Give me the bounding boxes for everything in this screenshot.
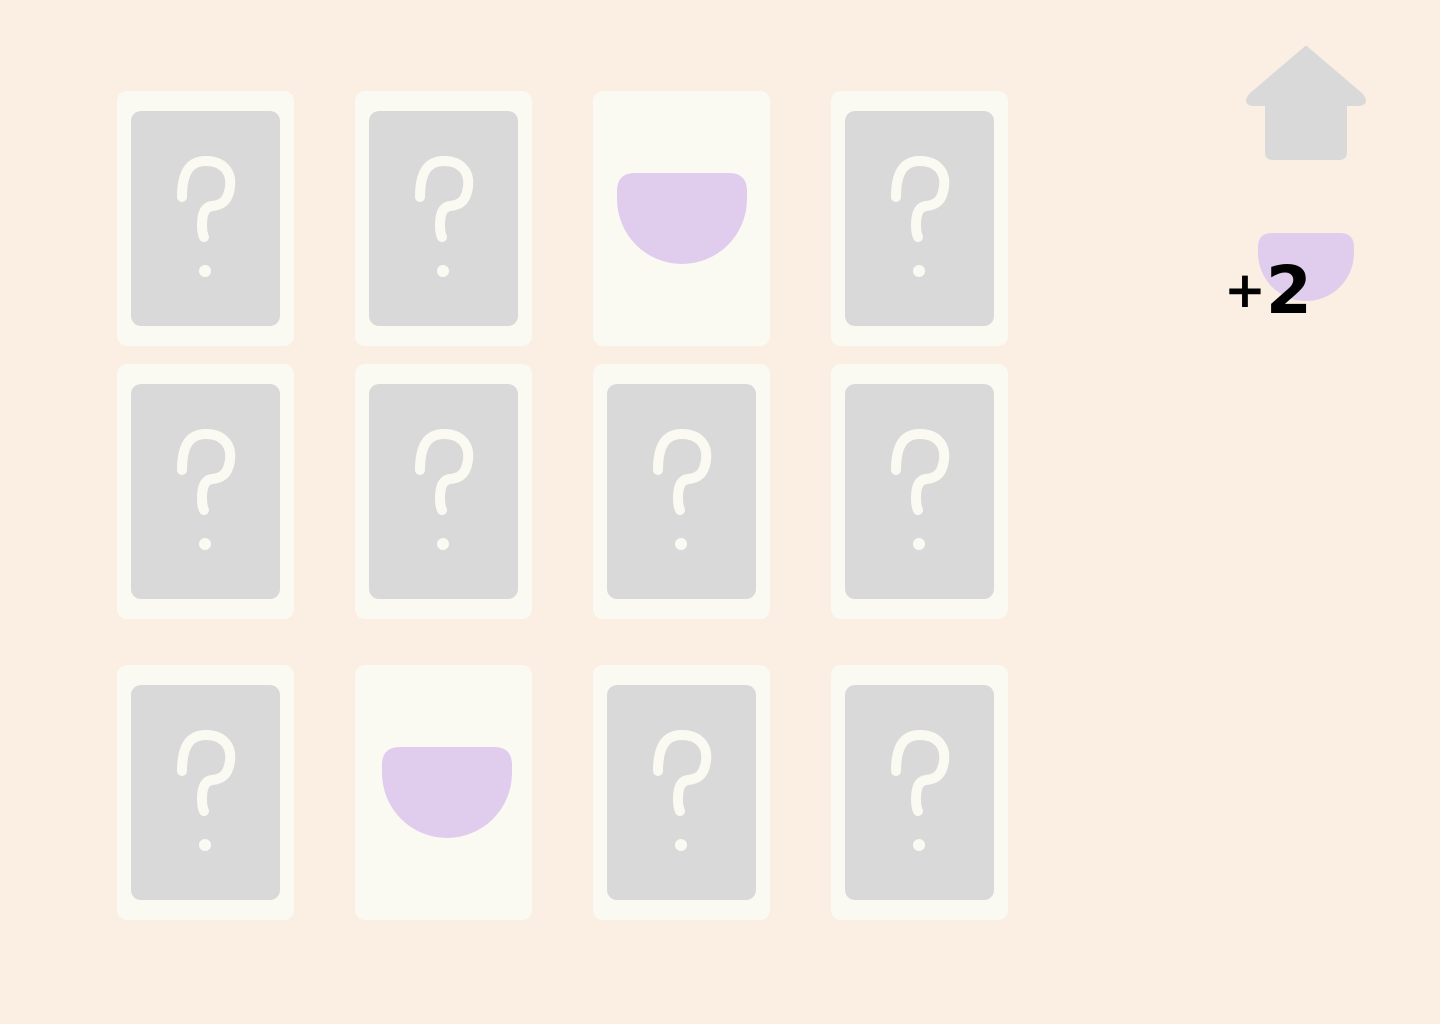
card-r1-c4[interactable] (831, 91, 1008, 346)
card-r3-c4[interactable] (831, 665, 1008, 920)
home-button[interactable] (1242, 44, 1370, 162)
question-mark-icon (652, 428, 711, 550)
question-mark-icon (176, 729, 235, 851)
card-r3-c1[interactable] (117, 665, 294, 920)
card-face (355, 665, 532, 920)
question-mark-icon (414, 155, 473, 277)
card-back (845, 111, 994, 326)
question-mark-icon (890, 428, 949, 550)
question-mark-icon (414, 428, 473, 550)
card-back (131, 111, 280, 326)
card-back (845, 384, 994, 599)
card-back (369, 111, 518, 326)
card-r1-c2[interactable] (355, 91, 532, 346)
card-r2-c4[interactable] (831, 364, 1008, 619)
card-r1-c3[interactable] (593, 91, 770, 346)
card-back (369, 384, 518, 599)
question-mark-icon (176, 155, 235, 277)
home-icon (1246, 46, 1366, 160)
card-face (593, 91, 770, 346)
card-r3-c2[interactable] (355, 665, 532, 920)
card-back (131, 685, 280, 900)
card-r1-c1[interactable] (117, 91, 294, 346)
game-board (0, 0, 1100, 1024)
score-indicator: +2 (1220, 228, 1370, 338)
purple-bowl-icon (381, 746, 512, 838)
score-text: +2 (1224, 258, 1312, 324)
score-value: 2 (1265, 252, 1312, 329)
question-mark-icon (176, 428, 235, 550)
card-r2-c2[interactable] (355, 364, 532, 619)
card-r2-c1[interactable] (117, 364, 294, 619)
card-r2-c3[interactable] (593, 364, 770, 619)
card-back (845, 685, 994, 900)
purple-bowl-icon (616, 172, 747, 264)
card-back (607, 685, 756, 900)
question-mark-icon (890, 729, 949, 851)
score-prefix: + (1224, 261, 1266, 319)
card-back (131, 384, 280, 599)
question-mark-icon (652, 729, 711, 851)
card-r3-c3[interactable] (593, 665, 770, 920)
question-mark-icon (890, 155, 949, 277)
card-back (607, 384, 756, 599)
